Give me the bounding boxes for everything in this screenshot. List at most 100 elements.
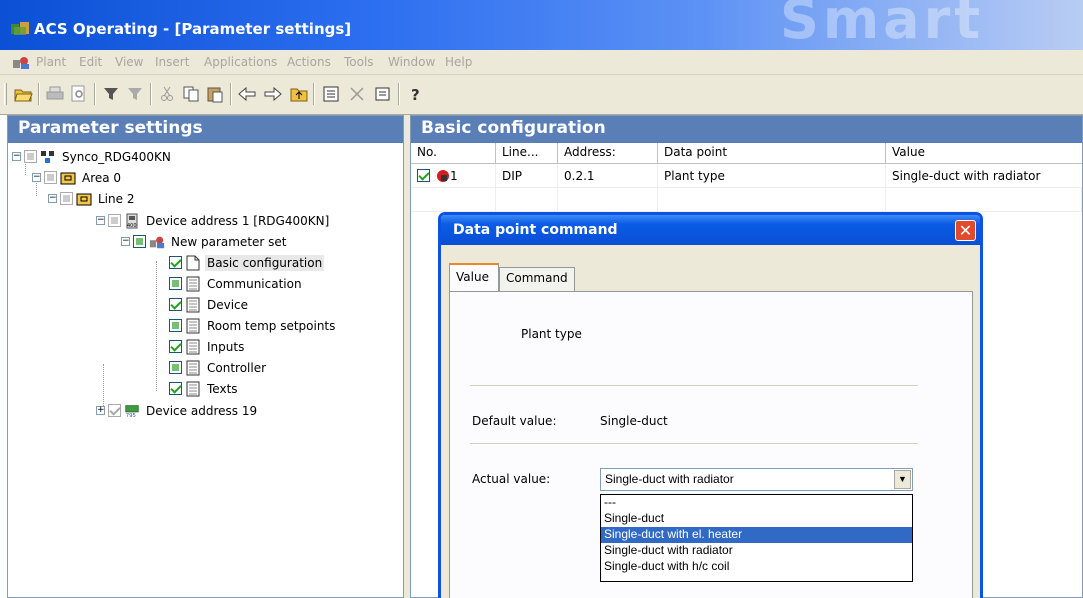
row-value: Single-duct with radiator	[892, 168, 1041, 183]
tree-item-device-address-19[interactable]: + 795 Device address 19	[96, 400, 259, 421]
list-document-icon	[185, 381, 201, 397]
default-value-label: Default value:	[472, 414, 557, 428]
checkbox[interactable]	[169, 319, 182, 332]
menu-help[interactable]: Help	[445, 55, 472, 69]
actual-value-select[interactable]: Single-duct with radiator ▼	[600, 468, 913, 491]
option-none[interactable]: ---	[601, 495, 912, 511]
column-value[interactable]: Value	[886, 143, 1082, 163]
back-icon[interactable]	[236, 83, 258, 105]
expand-expander[interactable]: +	[96, 406, 105, 415]
actual-value-selected: Single-duct with radiator	[605, 472, 734, 486]
filter-off-icon[interactable]	[124, 83, 146, 105]
checkbox[interactable]	[169, 298, 182, 311]
option-single-duct-radiator[interactable]: Single-duct with radiator	[601, 543, 912, 559]
table-header: No. Line... Address: Data point Value	[411, 143, 1082, 164]
tree-item-communication[interactable]: Communication	[169, 273, 304, 294]
option-single-duct-hc-coil[interactable]: Single-duct with h/c coil	[601, 559, 912, 575]
area-folder-icon	[60, 170, 76, 186]
cut-icon[interactable]	[156, 83, 178, 105]
tab-value[interactable]: Value	[449, 263, 499, 291]
checkbox[interactable]	[169, 361, 182, 374]
line-folder-icon	[76, 191, 92, 207]
forward-icon[interactable]	[262, 83, 284, 105]
option-single-duct[interactable]: Single-duct	[601, 511, 912, 527]
tree-item-basic-configuration[interactable]: Basic configuration	[169, 252, 325, 273]
checkbox[interactable]	[60, 192, 73, 205]
menu-plant[interactable]: Plant	[36, 55, 66, 69]
collapse-expander[interactable]: −	[96, 216, 105, 225]
checkbox[interactable]	[169, 382, 182, 395]
row-data-point: Plant type	[658, 163, 886, 188]
menu-window[interactable]: Window	[388, 55, 435, 69]
print-preview-icon[interactable]	[68, 83, 90, 105]
list-document-icon	[185, 318, 201, 334]
checkbox[interactable]	[108, 214, 121, 227]
checkbox[interactable]	[133, 235, 146, 248]
tree-item-room-temp-setpoints[interactable]: Room temp setpoints	[169, 315, 337, 336]
toolbar-grip[interactable]	[4, 83, 7, 105]
option-single-duct-el-heater[interactable]: Single-duct with el. heater	[601, 527, 912, 543]
actual-value-label: Actual value:	[472, 472, 551, 486]
list-document-icon	[185, 276, 201, 292]
checkbox[interactable]	[44, 171, 57, 184]
tree-item-new-parameter-set[interactable]: − New parameter set	[121, 231, 289, 252]
row-line: DIP	[496, 163, 558, 188]
checkbox[interactable]	[108, 404, 121, 417]
delete-icon[interactable]	[346, 83, 368, 105]
collapse-expander[interactable]: −	[12, 152, 21, 161]
menu-view[interactable]: View	[115, 55, 143, 69]
tree-item-synco-rdg400kn[interactable]: − Synco_RDG400KN	[12, 146, 173, 167]
column-address[interactable]: Address:	[558, 143, 658, 163]
plant-menu-icon[interactable]	[12, 55, 30, 70]
help-icon[interactable]: ?	[404, 83, 426, 105]
print-icon[interactable]	[44, 83, 66, 105]
toolbar: ?	[0, 75, 1083, 115]
value-tab-page: Plant type Default value: Single-duct Ac…	[449, 291, 973, 598]
table-row-empty	[411, 187, 1082, 212]
list-document-icon	[185, 339, 201, 355]
paste-icon[interactable]	[204, 83, 226, 105]
column-data-point[interactable]: Data point	[658, 143, 886, 163]
column-no[interactable]: No.	[411, 143, 496, 163]
menu-applications[interactable]: Applications	[204, 55, 277, 69]
up-folder-icon[interactable]	[288, 83, 310, 105]
checkbox[interactable]	[169, 256, 182, 269]
parameter-settings-panel: Parameter settings − Synco_RDG400KN − Ar…	[7, 115, 404, 598]
copy-icon[interactable]	[180, 83, 202, 105]
checkbox[interactable]	[24, 150, 37, 163]
column-line[interactable]: Line...	[496, 143, 558, 163]
filter-icon[interactable]	[100, 83, 122, 105]
chevron-down-icon[interactable]: ▼	[894, 470, 911, 489]
watermark-text: Smart	[780, 0, 985, 51]
collapse-expander[interactable]: −	[32, 173, 41, 182]
svg-text:795: 795	[126, 413, 136, 419]
collapse-expander[interactable]: −	[121, 237, 130, 246]
tree-item-device-address-1[interactable]: − 400 Device address 1 [RDG400KN]	[96, 210, 331, 231]
tree-item-device[interactable]: Device	[169, 294, 250, 315]
tree-item-line-2[interactable]: − Line 2	[48, 188, 136, 209]
tree-item-texts[interactable]: Texts	[169, 378, 240, 399]
row-address: 0.2.1	[558, 163, 658, 188]
dialog-title: Data point command	[441, 215, 980, 245]
row-checkbox[interactable]	[417, 169, 430, 182]
open-icon[interactable]	[12, 83, 34, 105]
menu-actions[interactable]: Actions	[287, 55, 331, 69]
tree-item-inputs[interactable]: Inputs	[169, 336, 246, 357]
list-view-icon[interactable]	[320, 83, 342, 105]
tree-item-controller[interactable]: Controller	[169, 357, 268, 378]
status-icon	[436, 169, 450, 183]
window-title: ACS Operating - [Parameter settings]	[34, 20, 352, 38]
table-row[interactable]: 1 DIP 0.2.1 Plant type Single-duct with …	[411, 163, 1082, 188]
tree-item-area-0[interactable]: − Area 0	[32, 167, 123, 188]
menu-insert[interactable]: Insert	[155, 55, 189, 69]
menu-tools[interactable]: Tools	[344, 55, 374, 69]
title-bar: ACS Operating - [Parameter settings] Sma…	[0, 0, 1083, 50]
list-document-icon	[185, 297, 201, 313]
collapse-expander[interactable]: −	[48, 194, 57, 203]
checkbox[interactable]	[169, 277, 182, 290]
tab-command[interactable]: Command	[499, 267, 575, 291]
properties-icon[interactable]	[372, 83, 394, 105]
close-button[interactable]: ✕	[955, 220, 976, 241]
checkbox[interactable]	[169, 340, 182, 353]
menu-edit[interactable]: Edit	[79, 55, 102, 69]
